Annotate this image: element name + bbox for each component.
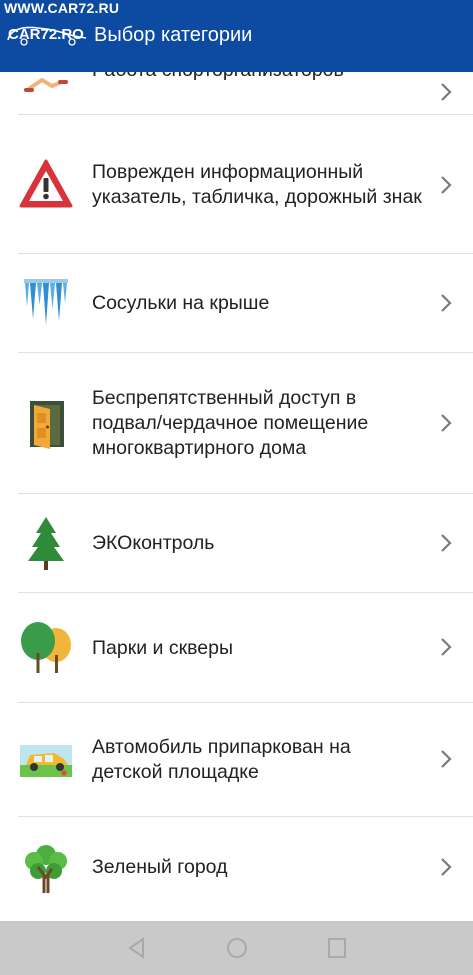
chevron-right-icon xyxy=(441,176,452,194)
app-bar: WWW.CAR72.RU CAR72.RO Выбор категории xyxy=(0,0,473,72)
watermark-logo: CAR72.RO xyxy=(7,26,87,46)
chevron-right-icon xyxy=(441,858,452,876)
list-item[interactable]: Автомобиль припаркован на детской площад… xyxy=(18,703,473,817)
recents-icon[interactable] xyxy=(326,936,348,960)
chevron-right-icon xyxy=(441,638,452,656)
list-item-label: Парки и скверы xyxy=(92,637,233,659)
list-item[interactable]: Работа спорторганизаторов xyxy=(18,59,473,115)
system-nav-bar xyxy=(0,921,473,975)
back-icon[interactable] xyxy=(126,936,148,960)
watermark-url: WWW.CAR72.RU xyxy=(4,0,120,16)
open-door-icon xyxy=(18,395,74,451)
warning-sign-icon xyxy=(18,156,74,212)
list-item[interactable]: Беспрепятственный доступ в подвал/чердач… xyxy=(18,353,473,494)
list-item[interactable]: Сосульки на крыше xyxy=(18,254,473,353)
icicles-icon xyxy=(18,275,74,331)
home-icon[interactable] xyxy=(225,936,249,960)
list-item-label: Автомобиль припаркован на детской площад… xyxy=(92,736,351,783)
list-item-label: ЭКОконтроль xyxy=(92,532,215,554)
list-item[interactable]: ЭКОконтроль xyxy=(18,494,473,593)
watermark-logo-text: CAR72.RO xyxy=(8,26,84,43)
chevron-right-icon xyxy=(441,83,452,101)
chevron-right-icon xyxy=(441,294,452,312)
park-trees-icon xyxy=(18,619,74,675)
chevron-right-icon xyxy=(441,750,452,768)
list-item-label: Поврежден информационный указатель, табл… xyxy=(92,161,422,208)
list-item-label: Беспрепятственный доступ в подвал/чердач… xyxy=(92,387,369,459)
list-item[interactable]: Парки и скверы xyxy=(18,593,473,703)
green-tree-icon xyxy=(18,839,74,895)
category-list: Работа спорторганизаторов Поврежден инфо… xyxy=(18,59,473,917)
chevron-right-icon xyxy=(441,534,452,552)
chevron-right-icon xyxy=(441,414,452,432)
page-title: Выбор категории xyxy=(94,24,253,46)
list-item-label: Сосульки на крыше xyxy=(92,292,270,314)
list-item-label: Зеленый город xyxy=(92,856,228,878)
list-item[interactable]: Поврежден информационный указатель, табл… xyxy=(18,115,473,254)
fir-tree-icon xyxy=(18,515,74,571)
parked-car-icon xyxy=(18,731,74,787)
list-item[interactable]: Зеленый город xyxy=(18,817,473,917)
